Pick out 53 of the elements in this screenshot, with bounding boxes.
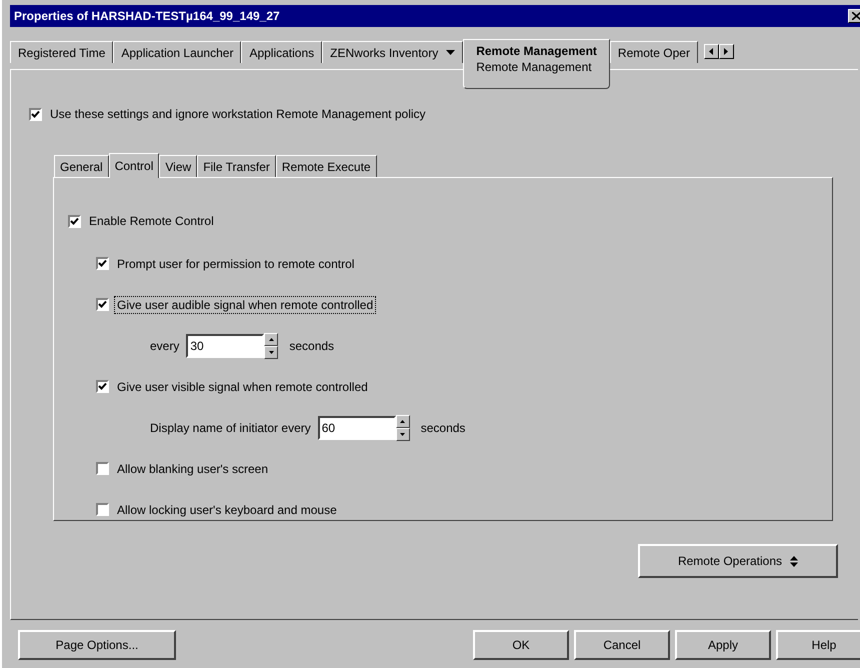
checkbox-label: Use these settings and ignore workstation Remote Management policy (49, 106, 427, 123)
right-arrow-icon (724, 48, 728, 55)
spin-up-button[interactable] (264, 332, 278, 346)
dialog-button[interactable]: Help (776, 630, 860, 660)
checkbox-label: Enable Remote Control (88, 213, 215, 230)
unit-label: seconds (289, 338, 334, 352)
checkbox-label: Allow blanking user's screen (116, 460, 270, 478)
tab[interactable]: View (159, 155, 198, 177)
spin-down-button[interactable] (264, 346, 278, 358)
spin-up-button[interactable] (396, 414, 410, 428)
field-label: every (150, 338, 180, 352)
tab[interactable]: Registered Time (10, 41, 114, 63)
dialog-button[interactable]: OK (473, 630, 569, 660)
scroll-right-button[interactable] (718, 44, 734, 59)
checkbox[interactable] (96, 257, 109, 270)
page-options-button[interactable]: Page Options... (18, 630, 176, 660)
field-label: Display name of initiator every (150, 420, 311, 434)
checkbox[interactable] (96, 298, 109, 311)
tab[interactable]: Applications (241, 41, 322, 63)
left-arrow-icon (709, 48, 714, 55)
tab[interactable]: File Transfer (197, 155, 276, 177)
checkbox[interactable] (29, 108, 42, 120)
number-field[interactable]: 30 (186, 334, 264, 358)
close-button[interactable] (848, 9, 860, 23)
checkbox-label: Prompt user for permission to remote control (116, 256, 356, 272)
number-field[interactable]: 60 (318, 416, 396, 440)
checkbox[interactable] (96, 380, 109, 393)
tab[interactable]: Control (108, 153, 160, 178)
dialog-button[interactable]: Cancel (574, 630, 670, 660)
checkbox[interactable] (68, 214, 81, 228)
down-arrow-icon (268, 350, 274, 354)
checkbox[interactable] (96, 462, 109, 475)
close-icon (852, 12, 860, 20)
checkbox-label: Give user audible signal when remote controlled (114, 296, 376, 314)
remote-operations-button[interactable]: Remote Operations (638, 544, 838, 578)
tab[interactable]: General (54, 155, 109, 177)
up-arrow-icon (268, 338, 274, 340)
tab[interactable]: ZENworks Inventory (322, 41, 464, 63)
scroll-left-button[interactable] (704, 44, 719, 59)
up-arrow-icon (400, 420, 406, 422)
tab[interactable]: Remote Management Remote Management (463, 39, 610, 89)
checkbox[interactable] (96, 503, 109, 516)
tab[interactable]: Remote Execute (276, 155, 377, 177)
up-down-arrows-icon (790, 556, 798, 566)
dialog-button[interactable]: Apply (675, 630, 771, 660)
checkbox-label: Give user visible signal when remote controlled (116, 378, 369, 396)
tab[interactable]: Application Launcher (113, 41, 242, 63)
down-arrow-icon (400, 432, 406, 436)
dropdown-caret-icon (446, 50, 456, 55)
checkbox-label: Allow locking user's keyboard and mouse (116, 502, 338, 518)
tab[interactable]: Remote Oper (610, 41, 698, 63)
unit-label: seconds (420, 420, 466, 434)
window-title: Properties of HARSHAD-TESTµ164_99_149_27 (14, 9, 281, 23)
